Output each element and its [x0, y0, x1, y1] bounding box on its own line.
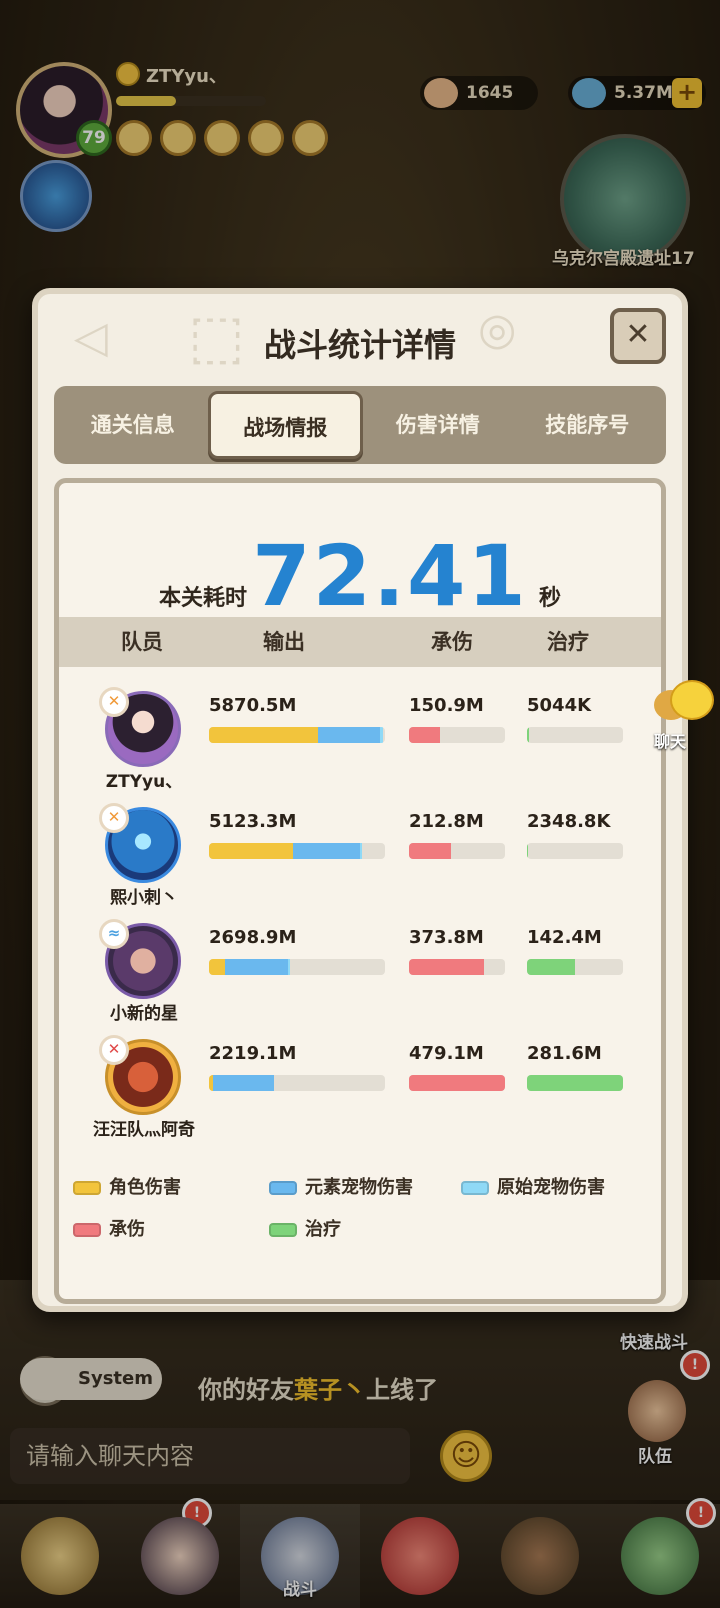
output-bar: [209, 727, 385, 743]
heal-bar-fill: [527, 843, 528, 859]
element-icon: ✕: [99, 1035, 129, 1065]
tab-bar: 通关信息 战场情报 伤害详情 技能序号: [54, 386, 666, 464]
output-value: 2219.1M: [209, 1043, 297, 1064]
heal-value: 281.6M: [527, 1043, 602, 1064]
stats-panel: 本关耗时 72.41 秒 队员 输出 承伤 治疗 ✕ ZTYyu、 5870.5M 1…: [54, 478, 666, 1304]
tank-bar-fill: [409, 959, 484, 975]
tank-bar: [409, 843, 505, 859]
tank-bar-fill: [409, 727, 440, 743]
tank-bar-fill: [409, 1075, 505, 1091]
legend-swatch: [269, 1223, 297, 1237]
member-row: ≈ 小新的星 2698.9M 373.8M 142.4M: [59, 913, 661, 1029]
legend-swatch: [269, 1181, 297, 1195]
heal-bar: [527, 843, 623, 859]
heal-value: 5044K: [527, 695, 592, 716]
legend-swatch: [73, 1223, 101, 1237]
output-bar-segment-role: [209, 959, 225, 975]
battle-stats-modal: ◁ ⬚ ◎ 战斗统计详情 ✕ 通关信息 战场情报 伤害详情 技能序号 本关耗时 …: [32, 288, 688, 1312]
tank-bar: [409, 959, 505, 975]
output-bar-segment-element-pet: [224, 959, 289, 975]
output-value: 2698.9M: [209, 927, 297, 948]
heal-bar: [527, 959, 623, 975]
column-heal: 治疗: [547, 630, 589, 654]
tank-value: 150.9M: [409, 695, 484, 716]
tank-bar: [409, 1075, 505, 1091]
legend-item: 原始宠物伤害: [461, 1173, 605, 1199]
clear-time: 本关耗时 72.41 秒: [59, 527, 661, 625]
tab-skill-order[interactable]: 技能序号: [513, 391, 663, 459]
tank-value: 479.1M: [409, 1043, 484, 1064]
member-row: ✕ ZTYyu、 5870.5M 150.9M 5044K: [59, 681, 661, 797]
output-value: 5123.3M: [209, 811, 297, 832]
element-icon: ✕: [99, 687, 129, 717]
tank-bar: [409, 727, 505, 743]
chat-bubble-icon[interactable]: [648, 680, 714, 732]
clear-time-label: 本关耗时: [159, 586, 248, 611]
tab-battle-intel[interactable]: 战场情报: [207, 391, 363, 459]
heal-bar-fill: [527, 727, 529, 743]
member-row: ✕ 熙小刺丶 5123.3M 212.8M 2348.8K: [59, 797, 661, 913]
member-name: 小新的星: [110, 1004, 178, 1024]
output-bar-segment-element-pet: [293, 843, 361, 859]
table-header: 队员 输出 承伤 治疗: [59, 617, 661, 667]
heal-value: 142.4M: [527, 927, 602, 948]
element-icon: ✕: [99, 803, 129, 833]
legend-item: 元素宠物伤害: [269, 1173, 413, 1199]
output-bar-segment-element-pet: [212, 1075, 275, 1091]
member-name: 熙小刺丶: [110, 888, 178, 908]
output-bar-segment-origin-pet: [379, 727, 384, 743]
output-bar-segment-origin-pet: [360, 843, 363, 859]
member-row: ✕ 汪汪队灬阿奇 2219.1M 479.1M 281.6M: [59, 1029, 661, 1145]
tank-bar-fill: [409, 843, 452, 859]
column-tank: 承伤: [431, 630, 473, 654]
legend-swatch: [461, 1181, 489, 1195]
output-bar-segment-role: [209, 843, 294, 859]
member-name: ZTYyu、: [105, 772, 183, 792]
column-member: 队员: [121, 630, 163, 654]
legend: 角色伤害 元素宠物伤害 原始宠物伤害 承伤 治疗: [73, 1173, 653, 1269]
legend-swatch: [73, 1181, 101, 1195]
modal-title: 战斗统计详情: [263, 326, 456, 364]
output-bar-segment-role: [209, 727, 319, 743]
legend-item: 角色伤害: [73, 1173, 181, 1199]
heal-value: 2348.8K: [527, 811, 611, 832]
close-button[interactable]: ✕: [610, 308, 666, 364]
heal-bar: [527, 1075, 623, 1091]
output-value: 5870.5M: [209, 695, 297, 716]
tank-value: 212.8M: [409, 811, 484, 832]
legend-item: 治疗: [269, 1215, 341, 1241]
output-bar: [209, 843, 385, 859]
heal-bar-fill: [527, 1075, 623, 1091]
chat-bubble-label: 聊天: [654, 732, 687, 751]
output-bar-segment-element-pet: [318, 727, 380, 743]
element-icon: ≈: [99, 919, 129, 949]
output-bar-segment-origin-pet: [288, 959, 290, 975]
tank-value: 373.8M: [409, 927, 484, 948]
member-name: 汪汪队灬阿奇: [93, 1120, 195, 1140]
output-bar: [209, 959, 385, 975]
heal-bar-fill: [527, 959, 575, 975]
legend-item: 承伤: [73, 1215, 145, 1241]
heal-bar: [527, 727, 623, 743]
tab-clear-info[interactable]: 通关信息: [58, 391, 208, 459]
clear-time-unit: 秒: [538, 586, 561, 611]
clear-time-value: 72.41: [252, 527, 528, 625]
column-output: 输出: [263, 630, 305, 654]
tab-damage-details[interactable]: 伤害详情: [363, 391, 513, 459]
output-bar: [209, 1075, 385, 1091]
